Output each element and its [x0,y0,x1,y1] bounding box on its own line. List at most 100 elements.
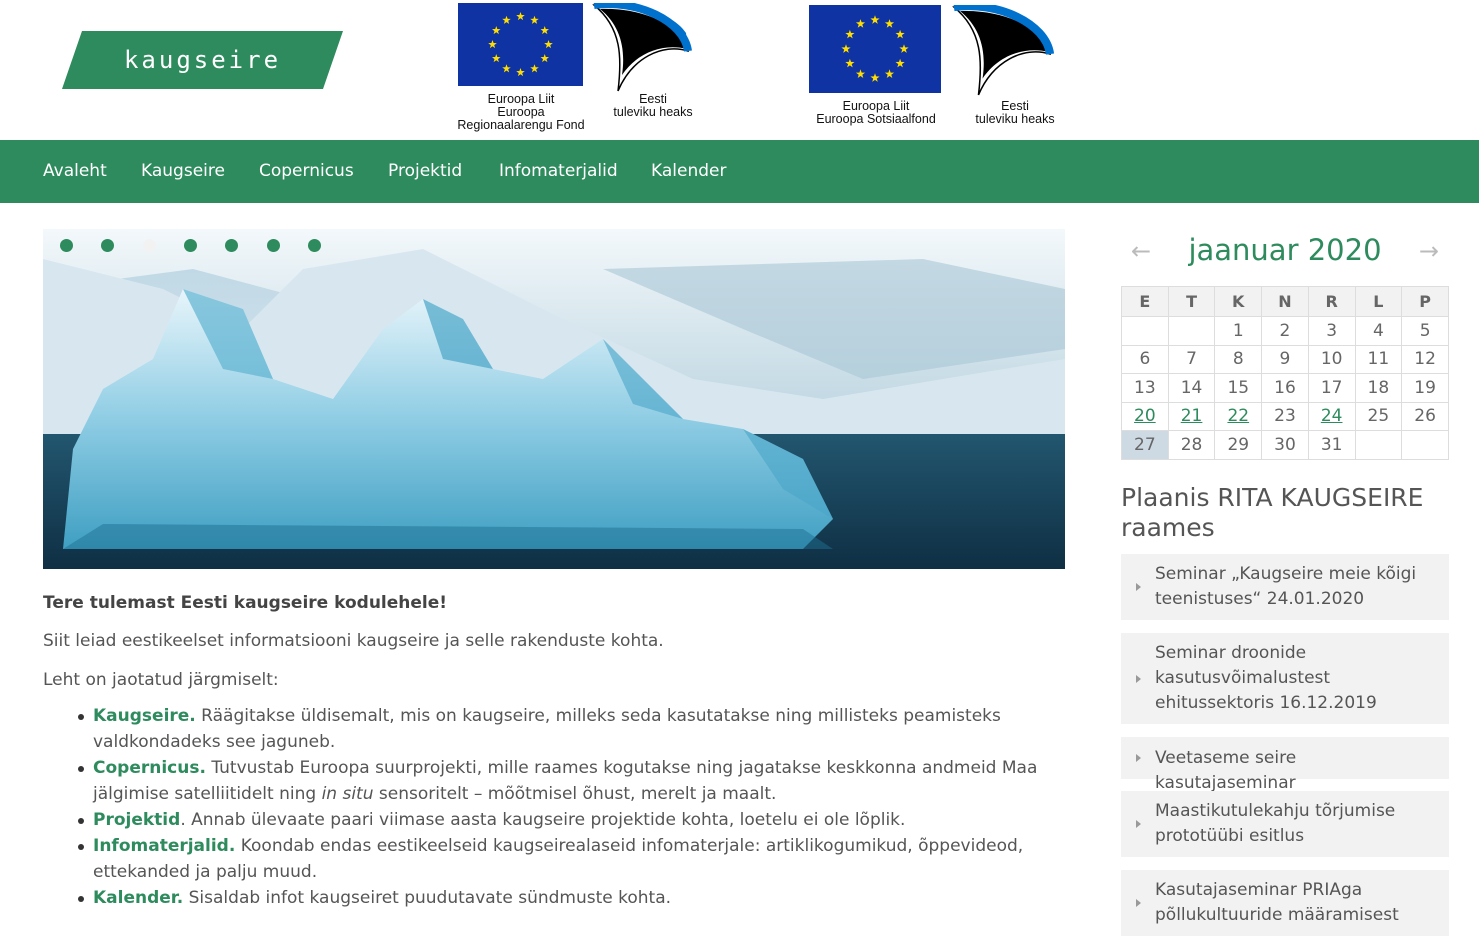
nav-item-infomaterjalid[interactable]: Infomaterjalid [499,140,618,203]
calendar-day[interactable]: 24 [1307,401,1356,431]
calendar-week: 27 28 29 30 31 [1121,430,1449,460]
slider-dot[interactable] [60,239,73,252]
main-nav: Avaleht Kaugseire Copernicus Projektid I… [0,140,1479,203]
section-desc: Räägitakse üldisemalt, mis on kaugseire,… [93,706,1001,752]
weekday-header: R [1307,286,1356,317]
section-link-kalender[interactable]: Kalender. [93,888,183,908]
fund-caption-esf: Euroopa Liit Euroopa Sotsiaalfond [816,99,936,126]
section-link-infomaterjalid[interactable]: Infomaterjalid. [93,836,235,856]
weekday-header: E [1121,286,1169,317]
planned-event-item[interactable]: Veetaseme seire kasutajaseminar [1121,737,1449,793]
nav-item-avaleht[interactable]: Avaleht [43,140,107,203]
section-link-copernicus[interactable]: Copernicus. [93,758,206,778]
welcome-heading: Tere tulemast Eesti kaugseire kodulehele… [43,593,448,613]
calendar-week: 6 7 8 9 10 11 12 [1121,344,1449,374]
weekday-header: P [1401,286,1449,317]
calendar-day: 31 [1307,430,1356,460]
nav-item-copernicus[interactable]: Copernicus [259,140,354,203]
caret-right-icon [1136,754,1141,762]
iceberg-image [43,229,1065,569]
ee-caption-1: Eesti tuleviku heaks [613,92,693,119]
planned-event-title: Seminar droonide kasutusvõimalustest ehi… [1155,643,1377,713]
planned-event-item[interactable]: Kasutajaseminar PRIAga põllukultuuride m… [1121,870,1449,936]
calendar-day: 23 [1261,401,1309,431]
calendar-day[interactable]: 22 [1214,401,1263,431]
list-item: Copernicus. Tutvustab Euroopa suurprojek… [78,755,1043,807]
calendar-month-title: jaanuar 2020 [1188,233,1382,267]
planned-events-title: Plaanis RITA KAUGSEIRE raames [1121,483,1424,542]
eu-flag-icon [458,3,583,86]
calendar-empty-cell [1354,430,1403,460]
list-item: Infomaterjalid. Koondab endas eestikeels… [78,833,1043,885]
arrow-right-icon[interactable]: → [1419,237,1439,265]
planned-event-item[interactable]: Seminar droonide kasutusvõimalustest ehi… [1121,633,1449,724]
weekday-header: L [1354,286,1403,317]
calendar-day: 15 [1214,373,1263,403]
list-item: Kaugseire. Räägitakse üldisemalt, mis on… [78,703,1043,755]
caret-right-icon [1136,899,1141,907]
calendar-day: 9 [1261,344,1309,374]
eu-flag-icon [809,5,941,93]
list-item: Projektid. Annab ülevaate paari viimase … [78,807,1043,833]
planned-event-title: Maastikutulekahju tõrjumise prototüübi e… [1155,801,1396,846]
nav-item-kalender[interactable]: Kalender [651,140,726,203]
calendar-week: 20 21 22 23 24 25 26 [1121,401,1449,431]
nav-item-projektid[interactable]: Projektid [388,140,462,203]
calendar-grid: ETKNRLP 1 2 3 4 5 6 7 8 9 10 11 12 13 14 15 16 17 18 19 20 2… [1121,286,1449,460]
calendar-day: 13 [1121,373,1169,403]
calendar-day: 2 [1261,316,1309,346]
sections-list: Kaugseire. Räägitakse üldisemalt, mis on… [78,703,1043,911]
ee-caption-2: Eesti tuleviku heaks [975,99,1055,126]
weekday-header: K [1214,286,1263,317]
calendar-day: 10 [1307,344,1356,374]
calendar-header: ← jaanuar 2020 → [1121,233,1449,277]
nav-item-kaugseire[interactable]: Kaugseire [141,140,225,203]
calendar-day: 18 [1354,373,1403,403]
calendar-day: 4 [1354,316,1403,346]
calendar-day[interactable]: 21 [1167,401,1216,431]
section-desc: . Annab ülevaate paari viimase aasta kau… [180,810,906,830]
section-desc-emphasis: in situ [321,784,374,804]
calendar-day: 12 [1401,344,1449,374]
slider-dot[interactable] [142,239,156,252]
section-link-kaugseire[interactable]: Kaugseire. [93,706,196,726]
list-item: Kalender. Sisaldab infot kaugseiret puud… [78,885,1043,911]
calendar-day: 26 [1401,401,1449,431]
calendar-empty-cell [1167,316,1216,346]
calendar-day: 17 [1307,373,1356,403]
estonia-flag-arc-icon [952,5,1055,96]
calendar-day: 27 [1121,430,1169,460]
intro-paragraph: Siit leiad eestikeelset informatsiooni k… [43,631,664,651]
slider-dot[interactable] [183,239,197,252]
planned-event-title: Veetaseme seire kasutajaseminar [1155,747,1297,793]
logo-text: kaugseire [123,46,282,74]
calendar-day: 11 [1354,344,1403,374]
calendar-day[interactable]: 20 [1121,401,1169,431]
section-desc: sensoritelt – mõõtmisel õhust, merelt ja… [373,784,777,804]
planned-event-item[interactable]: Maastikutulekahju tõrjumise prototüübi e… [1121,791,1449,857]
hero-slider-image[interactable] [43,229,1065,569]
calendar-day: 14 [1167,373,1216,403]
planned-event-item[interactable]: Seminar „Kaugseire meie kõigi teenistuse… [1121,554,1449,620]
calendar-day: 8 [1214,344,1263,374]
site-logo[interactable]: kaugseire [62,31,343,89]
calendar-day: 25 [1354,401,1403,431]
weekday-header: T [1167,286,1216,317]
calendar-empty-cell [1401,430,1449,460]
calendar-day: 16 [1261,373,1309,403]
calendar-day: 19 [1401,373,1449,403]
calendar-day: 28 [1167,430,1216,460]
slider-dot[interactable] [307,239,321,252]
calendar-week: 13 14 15 16 17 18 19 [1121,373,1449,403]
caret-right-icon [1136,674,1141,683]
sections-lead: Leht on jaotatud järgmiselt: [43,670,279,690]
intro-content: Tere tulemast Eesti kaugseire kodulehele… [43,590,1043,911]
calendar-day: 1 [1214,316,1263,346]
section-link-projektid[interactable]: Projektid [93,810,180,830]
slider-dot[interactable] [266,239,280,252]
fund-caption-erdf: Euroopa Liit Euroopa Regionaalarengu Fon… [457,92,585,132]
calendar-day: 3 [1307,316,1356,346]
calendar-day: 30 [1261,430,1309,460]
calendar-day: 29 [1214,430,1263,460]
planned-event-title: Seminar „Kaugseire meie kõigi teenistuse… [1155,564,1417,609]
